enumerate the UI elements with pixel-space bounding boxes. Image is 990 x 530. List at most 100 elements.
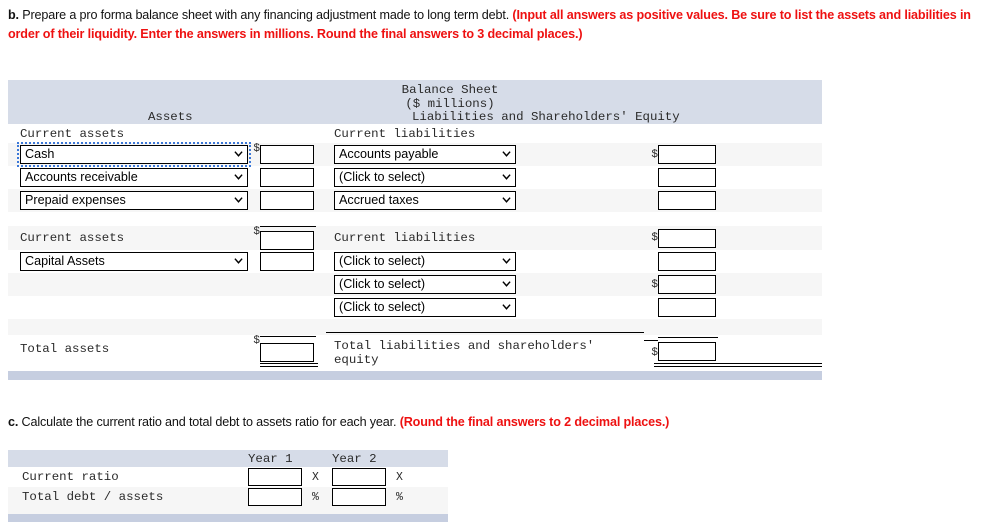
- dollar-sign-assets: $: [253, 143, 260, 155]
- liability-line-3: Accrued taxes: [326, 191, 644, 210]
- asset-line-2: Accounts receivable: [8, 168, 248, 187]
- dollar-sign-assets-subtotal: $: [253, 226, 260, 238]
- total-row: Total assets $ Total liabilities and sha…: [8, 331, 822, 367]
- liability-line-2: (Click to select): [326, 168, 644, 187]
- ratio-1-year2-input[interactable]: [332, 468, 386, 486]
- asset-line-4: Capital Assets: [8, 252, 248, 271]
- balance-sheet-title: Balance Sheet: [401, 83, 499, 97]
- total-assets-input[interactable]: [260, 343, 314, 362]
- table-row: Capital Assets (Click to select): [8, 250, 822, 273]
- spacer-row: [8, 507, 448, 514]
- current-assets-section-label: Current assets: [20, 126, 125, 141]
- current-liabilities-subtotal-input[interactable]: [658, 228, 716, 248]
- total-liabilities-input[interactable]: [658, 342, 716, 361]
- question-c-instruction: (Round the final answers to 2 decimal pl…: [399, 415, 670, 429]
- table-row: (Click to select): [8, 296, 822, 319]
- ratio-2-year2-unit: %: [396, 490, 403, 504]
- question-c-prompt: c. Calculate the current ratio and total…: [8, 413, 976, 432]
- liability-value-3-cell: [658, 191, 718, 210]
- liability-value-2-input[interactable]: [658, 168, 716, 187]
- liability-select-3-wrapper[interactable]: Accrued taxes: [334, 191, 516, 210]
- liability-select-5-wrapper[interactable]: (Click to select): [334, 275, 516, 294]
- liability-select-6-wrapper[interactable]: (Click to select): [334, 298, 516, 317]
- asset-value-4-input[interactable]: [260, 252, 314, 271]
- asset-select-4-wrapper[interactable]: Capital Assets: [20, 252, 248, 271]
- current-liabilities-subtotal-cell: [658, 228, 718, 248]
- balance-sheet-table: Balance Sheet ($ millions) Assets Liabil…: [8, 80, 822, 380]
- current-assets-subtotal-label: Current assets: [20, 231, 125, 245]
- assets-column-header: Assets: [148, 110, 193, 124]
- question-c-label: c.: [8, 415, 19, 429]
- ratio-2-year1-cell: [248, 488, 304, 506]
- ratios-header-row: Year 1 Year 2: [8, 450, 448, 467]
- liability-select-4[interactable]: (Click to select): [334, 252, 516, 271]
- asset-select-1[interactable]: Cash: [20, 145, 248, 164]
- total-liabilities-label: Total liabilities and shareholders' equi…: [326, 331, 644, 367]
- asset-line-3: Prepaid expenses: [8, 191, 248, 210]
- current-assets-subtotal-cell: [260, 226, 316, 250]
- liability-line-1: Accounts payable: [326, 145, 644, 164]
- asset-select-3[interactable]: Prepaid expenses: [20, 191, 248, 210]
- table-row: Current ratio X X: [8, 467, 448, 487]
- ratio-label-2: Total debt / assets: [22, 490, 164, 504]
- asset-select-1-wrapper[interactable]: Cash: [17, 142, 251, 167]
- ratio-1-year2-cell: [332, 468, 388, 486]
- liability-select-5[interactable]: (Click to select): [334, 275, 516, 294]
- liability-line-5: (Click to select): [326, 275, 644, 294]
- asset-select-4[interactable]: Capital Assets: [20, 252, 248, 271]
- liability-value-3-input[interactable]: [658, 191, 716, 210]
- worksheet-page: b. Prepare a pro forma balance sheet wit…: [0, 0, 990, 530]
- liability-value-6-cell: [658, 298, 718, 317]
- asset-select-3-wrapper[interactable]: Prepaid expenses: [20, 191, 248, 210]
- ratio-1-year2-unit: X: [396, 470, 403, 484]
- liability-value-5-cell: [658, 275, 718, 294]
- asset-select-2-wrapper[interactable]: Accounts receivable: [20, 168, 248, 187]
- dollar-sign-liabilities-5: $: [651, 278, 658, 291]
- dollar-sign-liab-subtotal: $: [651, 232, 658, 244]
- liability-value-1-cell: [658, 145, 718, 164]
- dollar-sign-total-liab: $: [644, 339, 658, 359]
- liability-line-6: (Click to select): [326, 298, 644, 317]
- dollar-sign-total-assets: $: [253, 335, 260, 347]
- asset-value-2-input[interactable]: [260, 168, 314, 187]
- ratio-1-year1-unit: X: [312, 470, 319, 484]
- asset-value-1-input[interactable]: [260, 145, 314, 164]
- asset-value-1-cell: [260, 145, 316, 164]
- liability-select-2-wrapper[interactable]: (Click to select): [334, 168, 516, 187]
- subtotal-row: Current assets $ Current liabilities $: [8, 226, 822, 250]
- section-header-row: Current assets Current liabilities: [8, 124, 822, 143]
- liability-value-4-input[interactable]: [658, 252, 716, 271]
- asset-value-3-input[interactable]: [260, 191, 314, 210]
- liability-value-6-input[interactable]: [658, 298, 716, 317]
- asset-select-2[interactable]: Accounts receivable: [20, 168, 248, 187]
- liability-select-1-wrapper[interactable]: Accounts payable: [334, 145, 516, 164]
- current-liabilities-section-label: Current liabilities: [334, 126, 476, 141]
- liability-select-4-wrapper[interactable]: (Click to select): [334, 252, 516, 271]
- balance-sheet-header: Balance Sheet ($ millions) Assets Liabil…: [8, 80, 822, 124]
- ratio-label-1: Current ratio: [22, 470, 119, 484]
- spacer-row: [8, 212, 822, 226]
- liability-select-6[interactable]: (Click to select): [334, 298, 516, 317]
- liability-value-1-input[interactable]: [658, 145, 716, 164]
- ratio-2-year2-input[interactable]: [332, 488, 386, 506]
- balance-sheet-footer-band: [8, 371, 822, 380]
- current-assets-subtotal-input[interactable]: [260, 231, 314, 250]
- question-b-label: b.: [8, 8, 19, 22]
- asset-line-1: Cash: [8, 142, 251, 167]
- liability-value-5-input[interactable]: [658, 275, 716, 294]
- asset-value-3-cell: [260, 191, 316, 210]
- liability-select-2[interactable]: (Click to select): [334, 168, 516, 187]
- current-liabilities-subtotal-label: Current liabilities: [334, 231, 476, 245]
- ratios-col-header-year2: Year 2: [332, 451, 377, 466]
- balance-sheet-subtitle: ($ millions): [405, 97, 495, 111]
- total-underline-group: [8, 363, 822, 371]
- table-row: Prepaid expenses Accrued taxes: [8, 189, 822, 212]
- dollar-sign-liabilities-1: $: [651, 148, 658, 161]
- ratio-2-year1-input[interactable]: [248, 488, 302, 506]
- ratio-1-year1-input[interactable]: [248, 468, 302, 486]
- liability-value-4-cell: [658, 252, 718, 271]
- liability-select-3[interactable]: Accrued taxes: [334, 191, 516, 210]
- liability-select-1[interactable]: Accounts payable: [334, 145, 516, 164]
- table-row: Total debt / assets % %: [8, 487, 448, 507]
- ratios-table: Year 1 Year 2 Current ratio X X Total de…: [8, 450, 448, 522]
